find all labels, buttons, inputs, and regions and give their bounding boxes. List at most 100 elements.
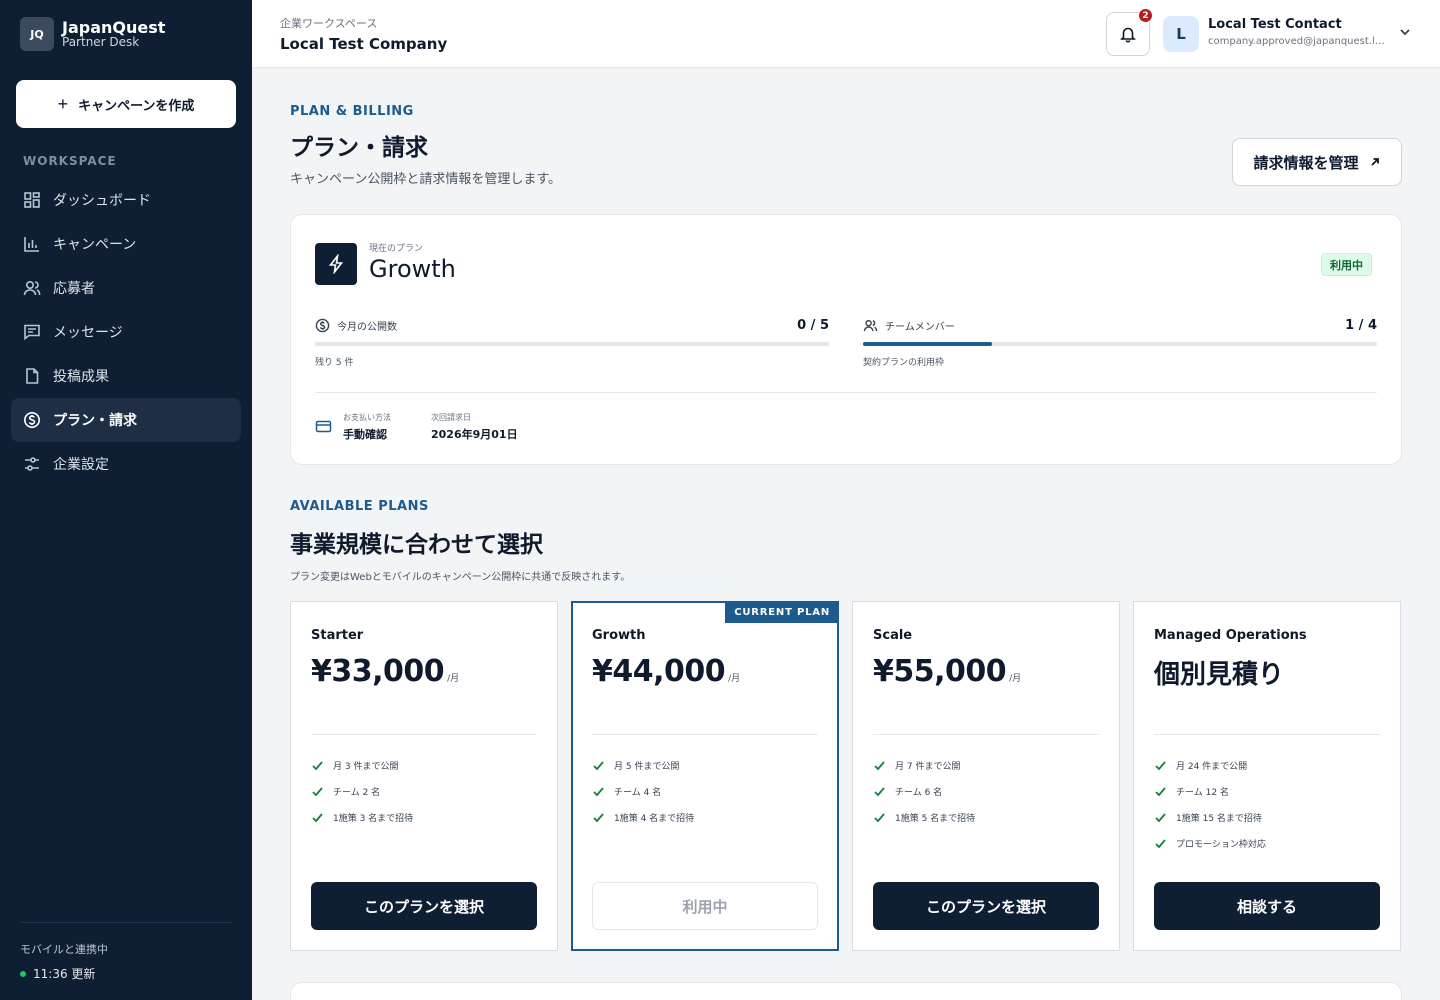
feature-text: チーム 12 名 — [1176, 787, 1229, 798]
sliders-icon — [25, 457, 39, 471]
message-icon — [24, 324, 40, 341]
plan-card-managed-operations: Managed Operations 個別見積り 月 24 件まで公開 チーム … — [1133, 601, 1401, 951]
feature-text: チーム 2 名 — [333, 787, 381, 798]
page-description: キャンペーン公開枠と請求情報を管理します。 — [290, 172, 562, 187]
brand[interactable]: JQ JapanQuest Partner Desk — [20, 17, 165, 51]
divider — [315, 392, 1377, 393]
plan-price-unit: /月 — [1009, 674, 1022, 684]
list-item: 月 7 件まで公開 — [873, 752, 975, 778]
plan-price: ¥33,000 /月 — [311, 654, 459, 689]
plan-name: Scale — [873, 628, 913, 643]
plan-name: Growth — [592, 628, 646, 643]
publish-meter-value: 0 / 5 — [797, 317, 829, 333]
main-content: PLAN & BILLING プラン・請求 キャンペーン公開枠と請求情報を管理し… — [252, 68, 1440, 1000]
plan-name: Starter — [311, 628, 364, 643]
check-icon — [874, 786, 885, 796]
bar-chart-icon — [24, 237, 39, 252]
feature-text: 1施策 4 名まで招待 — [614, 813, 695, 824]
plan-price-value: ¥55,000 — [873, 654, 1007, 689]
next-billing-value: 2026年9月01日 — [431, 428, 518, 441]
plan-price: ¥44,000 /月 — [592, 654, 740, 689]
plan-cards: Starter ¥33,000 /月 月 3 件まで公開 チーム 2 名 1施策… — [290, 601, 1402, 951]
plan-price-value: ¥33,000 — [311, 654, 445, 689]
divider — [873, 734, 1099, 735]
divider — [592, 734, 818, 735]
check-icon — [593, 812, 604, 822]
users-icon — [863, 319, 878, 331]
workspace-label: 企業ワークスペース — [280, 17, 378, 30]
contact-button-managed-operations[interactable]: 相談する — [1154, 882, 1380, 930]
check-icon — [593, 760, 604, 770]
sidebar-item-applicants[interactable]: 応募者 — [11, 266, 241, 310]
feature-text: 1施策 3 名まで招待 — [333, 813, 414, 824]
check-icon — [312, 760, 323, 770]
plan-price-value: ¥44,000 — [592, 654, 726, 689]
sidebar-item-messages[interactable]: メッセージ — [11, 310, 241, 354]
check-icon — [1155, 812, 1166, 822]
list-item: 1施策 3 名まで招待 — [311, 804, 413, 830]
members-meter-note: 契約プランの利用枠 — [863, 358, 945, 368]
sidebar-item-campaigns[interactable]: キャンペーン — [11, 222, 241, 266]
notifications-button[interactable]: 2 — [1106, 8, 1153, 56]
list-item: チーム 12 名 — [1154, 778, 1266, 804]
check-icon — [1155, 786, 1166, 796]
current-plan-name: Growth — [369, 255, 456, 283]
sidebar-item-label: 企業設定 — [53, 457, 109, 473]
select-plan-button-starter[interactable]: このプランを選択 — [311, 882, 537, 930]
available-eyebrow: AVAILABLE PLANS — [290, 499, 429, 514]
list-item: 1施策 15 名まで招待 — [1154, 804, 1266, 830]
plan-price: 個別見積り — [1154, 654, 1284, 691]
members-progress-fill — [863, 342, 992, 346]
check-icon — [874, 812, 885, 822]
grid-icon — [24, 192, 40, 208]
feature-list: 月 3 件まで公開 チーム 2 名 1施策 3 名まで招待 — [311, 752, 413, 830]
check-icon — [1155, 838, 1166, 848]
workspace-section-label: WORKSPACE — [23, 154, 117, 168]
users-icon — [23, 280, 41, 296]
brand-logo: JQ — [20, 17, 54, 51]
file-icon — [26, 368, 39, 384]
sidebar-item-company-settings[interactable]: 企業設定 — [11, 442, 241, 486]
feature-text: 1施策 5 名まで招待 — [895, 813, 976, 824]
feature-text: 月 3 件まで公開 — [333, 761, 399, 772]
available-description: プラン変更はWebとモバイルのキャンペーン公開枠に共通で反映されます。 — [290, 572, 631, 583]
list-item: 月 3 件まで公開 — [311, 752, 413, 778]
sidebar-item-dashboard[interactable]: ダッシュボード — [11, 178, 241, 222]
user-email: company.approved@japanquest.local — [1208, 36, 1388, 47]
select-plan-button-scale[interactable]: このプランを選択 — [873, 882, 1099, 930]
list-item: 月 24 件まで公開 — [1154, 752, 1266, 778]
dollar-icon — [315, 318, 330, 332]
sidebar-item-label: 投稿成果 — [53, 369, 109, 385]
chevron-down-icon[interactable] — [1398, 25, 1412, 39]
avatar[interactable]: L — [1163, 16, 1199, 52]
plus-icon: + — [57, 93, 69, 114]
sidebar-item-plan-billing[interactable]: プラン・請求 — [11, 398, 241, 442]
feature-list: 月 5 件まで公開 チーム 4 名 1施策 4 名まで招待 — [592, 752, 694, 830]
check-icon — [1155, 760, 1166, 770]
members-meter: チームメンバー 1 / 4 契約プランの利用枠 — [863, 316, 1377, 368]
sync-title: モバイルと連携中 — [20, 943, 108, 956]
manage-billing-button[interactable]: 請求情報を管理 — [1232, 138, 1402, 186]
plan-icon — [315, 243, 357, 285]
user-name[interactable]: Local Test Contact — [1208, 17, 1342, 32]
plan-price-unit: /月 — [728, 674, 741, 684]
list-item: 1施策 4 名まで招待 — [592, 804, 694, 830]
feature-text: 月 24 件まで公開 — [1176, 761, 1248, 772]
sidebar: JQ JapanQuest Partner Desk + キャンペーンを作成 W… — [0, 0, 252, 1000]
check-icon — [874, 760, 885, 770]
publish-progress-track — [315, 342, 829, 346]
sidebar-nav: ダッシュボード キャンペーン 応募者 メッセージ 投稿成果 プラン・請求 企業設… — [11, 178, 241, 486]
publish-meter-note: 残り 5 件 — [315, 358, 354, 368]
list-item: プロモーション枠対応 — [1154, 830, 1266, 856]
status-badge: 利用中 — [1321, 253, 1372, 276]
payment-method-label: お支払い方法 — [343, 413, 391, 422]
sidebar-item-post-results[interactable]: 投稿成果 — [11, 354, 241, 398]
divider — [311, 734, 537, 735]
available-title: 事業規模に合わせて選択 — [290, 532, 543, 558]
divider — [1154, 734, 1380, 735]
members-progress-track — [863, 342, 1377, 346]
create-campaign-button[interactable]: + キャンペーンを作成 — [16, 80, 236, 128]
sidebar-item-label: ダッシュボード — [53, 193, 151, 209]
credit-card-icon — [315, 420, 332, 433]
feature-text: 月 7 件まで公開 — [895, 761, 961, 772]
